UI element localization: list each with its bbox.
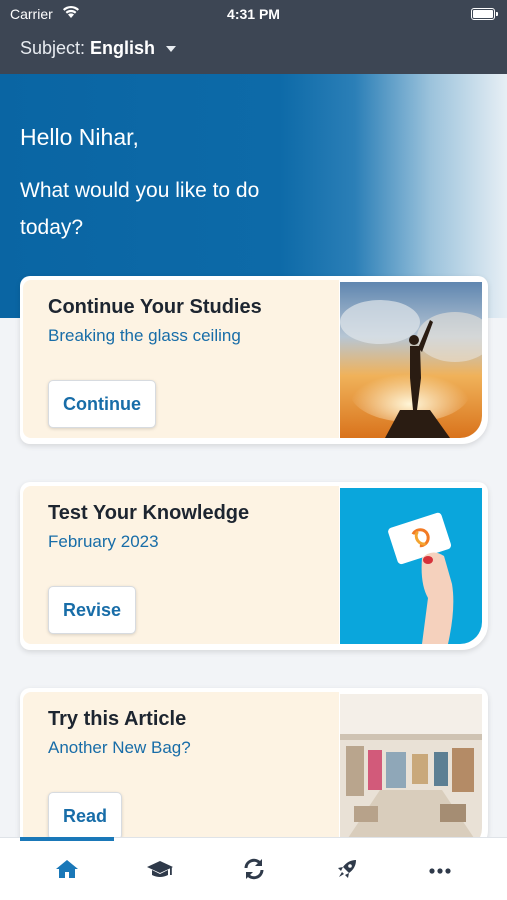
card-title: Continue Your Studies [48, 296, 262, 318]
tab-more[interactable] [420, 856, 460, 886]
tab-revise[interactable] [234, 856, 274, 886]
subject-bar: Subject: English [0, 28, 507, 74]
card-subtitle: Breaking the glass ceiling [48, 326, 241, 345]
active-tab-indicator [20, 837, 114, 841]
subject-label: Subject: [20, 38, 86, 58]
tab-explore[interactable] [327, 856, 367, 886]
clock: 4:31 PM [227, 6, 280, 22]
continue-button[interactable]: Continue [48, 380, 156, 428]
hero-prompt: What would you like to do today? [20, 179, 260, 239]
graduation-cap-icon [146, 858, 174, 885]
more-icon [428, 862, 452, 880]
card-image-summit [340, 282, 482, 438]
status-bar: Carrier 4:31 PM [0, 0, 507, 28]
card-title: Try this Article [48, 708, 187, 730]
card-continue-studies[interactable]: Continue Your Studies Breaking the glass… [20, 276, 488, 444]
card-image-store [340, 694, 482, 850]
revise-button[interactable]: Revise [48, 586, 137, 634]
card-try-article[interactable]: Try this Article Another New Bag? Read [20, 688, 488, 856]
tab-courses[interactable] [140, 856, 180, 886]
read-button[interactable]: Read [48, 792, 123, 840]
subject-value: English [90, 38, 156, 58]
card-test-knowledge[interactable]: Test Your Knowledge February 2023 Revise [20, 482, 488, 650]
card-subtitle: February 2023 [48, 532, 159, 551]
tab-home[interactable] [47, 856, 87, 886]
subject-selector[interactable]: Subject: English [20, 38, 177, 59]
tab-bar [0, 837, 507, 900]
card-title: Test Your Knowledge [48, 502, 250, 524]
card-subtitle: Another New Bag? [48, 738, 191, 757]
battery-icon [471, 8, 498, 20]
rocket-icon [335, 857, 359, 886]
home-icon [55, 858, 79, 885]
card-image-hand-card [340, 488, 482, 644]
chevron-down-icon [166, 45, 177, 52]
greeting: Hello Nihar, [20, 124, 139, 150]
refresh-icon [242, 857, 266, 886]
